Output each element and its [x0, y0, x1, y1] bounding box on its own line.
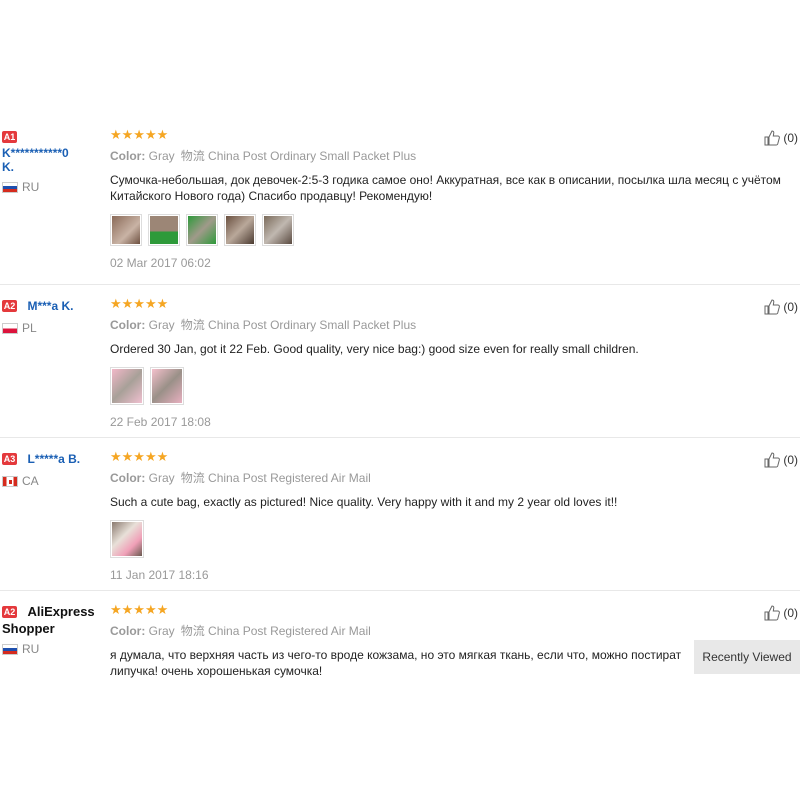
- reviewer-name-line2[interactable]: Shopper: [2, 621, 102, 636]
- review-meta: Color: Gray 物流 China Post Registered Air …: [110, 622, 750, 639]
- reviewer-name[interactable]: L*****a B.: [27, 452, 80, 466]
- level-badge: A3: [2, 452, 17, 465]
- star-rating: ★★★★★: [110, 449, 169, 464]
- star-rating: ★★★★★: [110, 602, 169, 617]
- review-meta: Color: Gray 物流 China Post Registered Air …: [110, 469, 750, 486]
- review-date: 02 Mar 2017 06:02: [110, 256, 211, 270]
- flag-ru-icon: [2, 643, 18, 655]
- review-content: ★★★★★ Color: Gray 物流 China Post Registere…: [110, 603, 750, 679]
- helpful-count: (0): [783, 131, 798, 145]
- review-content: ★★★★★ Color: Gray 物流 China Post Registere…: [110, 450, 750, 582]
- review-photos: [110, 214, 750, 246]
- reviewer-country: PL: [22, 321, 37, 335]
- review-photo[interactable]: [148, 214, 180, 246]
- review-photos: [110, 520, 750, 558]
- review-photo[interactable]: [110, 214, 142, 246]
- thumbs-up-icon: [764, 130, 781, 146]
- reviewer-name[interactable]: M***a K.: [27, 299, 73, 313]
- reviewer-name-line2[interactable]: K.: [2, 160, 102, 174]
- review-photo[interactable]: [186, 214, 218, 246]
- thumbs-up-icon: [764, 605, 781, 621]
- review-text: Ordered 30 Jan, got it 22 Feb. Good qual…: [110, 342, 639, 356]
- reviewer-country: RU: [22, 180, 40, 194]
- flag-ru-icon: [2, 181, 18, 193]
- logistics-icon: 物流: [180, 318, 205, 332]
- thumbs-up-icon: [764, 299, 781, 315]
- flag-pl-icon: [2, 322, 18, 334]
- reviewer-name[interactable]: AliExpress: [27, 604, 94, 619]
- divider: [0, 284, 800, 285]
- shipping-method: China Post Ordinary Small Packet Plus: [208, 318, 417, 332]
- star-rating: ★★★★★: [110, 127, 169, 142]
- reviewer-country: CA: [22, 474, 39, 488]
- level-badge: A2: [2, 299, 17, 312]
- color-label: Color:: [110, 149, 146, 163]
- reviewer-country: RU: [22, 642, 40, 656]
- color-value: Gray: [148, 149, 175, 163]
- reviewer-info: A1 K***********0 K. RU: [2, 128, 102, 194]
- color-label: Color:: [110, 624, 146, 638]
- review-photo[interactable]: [224, 214, 256, 246]
- logistics-icon: 物流: [180, 149, 205, 163]
- level-badge: A2: [2, 605, 17, 618]
- review-photos: [110, 367, 750, 405]
- shipping-method: China Post Registered Air Mail: [208, 471, 371, 485]
- review-photo[interactable]: [110, 520, 144, 558]
- color-label: Color:: [110, 318, 146, 332]
- logistics-icon: 物流: [180, 624, 205, 638]
- helpful-button[interactable]: (0): [764, 452, 798, 468]
- shipping-method: China Post Ordinary Small Packet Plus: [208, 149, 417, 163]
- color-value: Gray: [148, 624, 175, 638]
- shipping-method: China Post Registered Air Mail: [208, 624, 371, 638]
- review-text: Such a cute bag, exactly as pictured! Ni…: [110, 495, 618, 509]
- reviewer-info: A3 L*****a B. CA: [2, 450, 102, 488]
- review-date: 22 Feb 2017 18:08: [110, 415, 211, 429]
- divider: [0, 437, 800, 438]
- helpful-button[interactable]: (0): [764, 299, 798, 315]
- color-value: Gray: [148, 471, 175, 485]
- helpful-button[interactable]: (0): [764, 605, 798, 621]
- thumbs-up-icon: [764, 452, 781, 468]
- reviewer-name[interactable]: K***********0: [2, 146, 102, 160]
- helpful-count: (0): [783, 453, 798, 467]
- helpful-button[interactable]: (0): [764, 130, 798, 146]
- review-text: Сумочка-небольшая, док девочек-2:5-3 год…: [110, 173, 781, 203]
- color-value: Gray: [148, 318, 175, 332]
- logistics-icon: 物流: [180, 471, 205, 485]
- review-photo[interactable]: [110, 367, 144, 405]
- helpful-count: (0): [783, 606, 798, 620]
- level-badge: A1: [2, 130, 17, 143]
- review-photo[interactable]: [150, 367, 184, 405]
- divider: [0, 590, 800, 591]
- recently-viewed-button[interactable]: Recently Viewed: [694, 640, 800, 674]
- reviewer-info: A2 M***a K. PL: [2, 297, 102, 335]
- star-rating: ★★★★★: [110, 296, 169, 311]
- flag-ca-icon: [2, 475, 18, 487]
- review-content: ★★★★★ Color: Gray 物流 China Post Ordinary …: [110, 127, 781, 270]
- helpful-count: (0): [783, 300, 798, 314]
- review-date: 11 Jan 2017 18:16: [110, 568, 209, 582]
- review-meta: Color: Gray 物流 China Post Ordinary Small …: [110, 147, 750, 164]
- color-label: Color:: [110, 471, 146, 485]
- review-photo[interactable]: [262, 214, 294, 246]
- review-meta: Color: Gray 物流 China Post Ordinary Small …: [110, 316, 750, 333]
- review-content: ★★★★★ Color: Gray 物流 China Post Ordinary …: [110, 297, 750, 429]
- reviewer-info: A2 AliExpress Shopper RU: [2, 603, 102, 656]
